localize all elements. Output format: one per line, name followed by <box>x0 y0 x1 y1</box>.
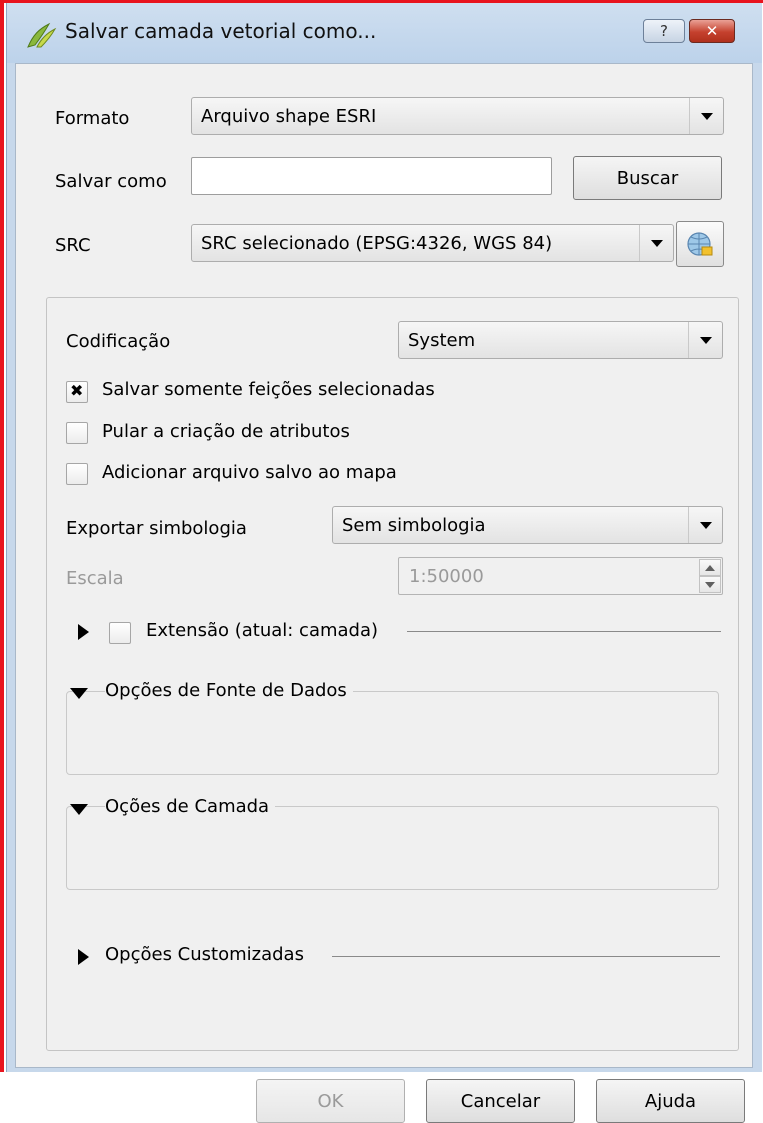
options-group: Codificação System Salvar somente feiçõe… <box>46 297 739 1051</box>
scale-label: Escala <box>66 568 124 589</box>
cancel-button-label: Cancelar <box>460 1090 541 1112</box>
ok-button-label: OK <box>317 1090 344 1112</box>
save-as-input[interactable] <box>191 157 552 195</box>
extent-checkbox[interactable] <box>109 622 131 644</box>
cancel-button[interactable]: Cancelar <box>426 1079 575 1123</box>
encoding-combobox[interactable]: System <box>398 321 723 359</box>
close-window-button[interactable]: ✕ <box>689 19 735 43</box>
encoding-value: System <box>408 330 476 351</box>
chevron-down-icon <box>688 322 722 358</box>
symbology-combobox[interactable]: Sem simbologia <box>332 506 723 544</box>
save-as-label: Salvar como <box>55 171 167 192</box>
dialog-client-area: Formato Arquivo shape ESRI Salvar como B… <box>15 63 753 1123</box>
symbology-value: Sem simbologia <box>342 515 486 536</box>
symbology-label: Exportar simbologia <box>66 518 247 539</box>
spin-down-icon[interactable] <box>699 576 721 593</box>
crs-combobox[interactable]: SRC selecionado (EPSG:4326, WGS 84) <box>191 224 674 262</box>
question-icon: ? <box>660 22 668 40</box>
ok-button[interactable]: OK <box>256 1079 405 1123</box>
spin-up-icon[interactable] <box>699 559 721 576</box>
screen-border-left <box>0 0 4 1072</box>
add-to-map-label: Adicionar arquivo salvo ao mapa <box>102 462 397 483</box>
expand-custom-options-icon[interactable] <box>78 949 89 965</box>
datasource-options-label[interactable]: Opções de Fonte de Dados <box>105 680 353 701</box>
collapse-layer-options-icon[interactable] <box>70 804 88 815</box>
skip-attribute-creation-label: Pular a criação de atributos <box>102 421 350 442</box>
encoding-label: Codificação <box>66 331 171 352</box>
selected-features-only-label: Salvar somente feições selecionadas <box>102 379 435 400</box>
extent-label: Extensão (atual: camada) <box>146 620 379 641</box>
crs-label: SRC <box>55 235 91 256</box>
browse-button-label: Buscar <box>616 167 679 189</box>
selected-features-only-checkbox[interactable] <box>66 381 88 403</box>
scale-spinbox[interactable]: 1:50000 <box>398 557 723 595</box>
layer-options-label[interactable]: Oções de Camada <box>105 796 276 817</box>
datasource-options-panel <box>66 691 719 775</box>
format-combobox[interactable]: Arquivo shape ESRI <box>191 97 724 135</box>
extent-divider <box>407 631 721 632</box>
crs-value: SRC selecionado (EPSG:4326, WGS 84) <box>201 233 553 254</box>
custom-options-divider <box>332 956 720 957</box>
title-bar[interactable]: Salvar camada vetorial como... ? ✕ <box>7 3 762 63</box>
window-title: Salvar camada vetorial como... <box>65 19 377 43</box>
chevron-down-icon <box>689 98 723 134</box>
chevron-down-icon <box>639 225 673 261</box>
select-crs-button[interactable] <box>676 221 724 267</box>
layer-options-panel <box>66 806 719 890</box>
save-vector-layer-dialog: Salvar camada vetorial como... ? ✕ Forma… <box>6 3 762 1123</box>
chevron-down-icon <box>688 507 722 543</box>
custom-options-label[interactable]: Opções Customizadas <box>105 944 304 965</box>
browse-button[interactable]: Buscar <box>573 156 722 200</box>
expand-extent-icon[interactable] <box>78 624 89 640</box>
help-title-button[interactable]: ? <box>643 19 685 43</box>
collapse-datasource-icon[interactable] <box>70 688 88 699</box>
skip-attribute-creation-checkbox[interactable] <box>66 422 88 444</box>
format-value: Arquivo shape ESRI <box>201 106 377 127</box>
close-icon: ✕ <box>705 22 719 40</box>
scale-value: 1:50000 <box>409 566 484 587</box>
format-label: Formato <box>55 108 130 129</box>
globe-icon <box>687 232 713 256</box>
help-button[interactable]: Ajuda <box>596 1079 745 1123</box>
add-to-map-checkbox[interactable] <box>66 463 88 485</box>
qgis-app-icon <box>27 22 57 48</box>
help-button-label: Ajuda <box>644 1090 697 1112</box>
